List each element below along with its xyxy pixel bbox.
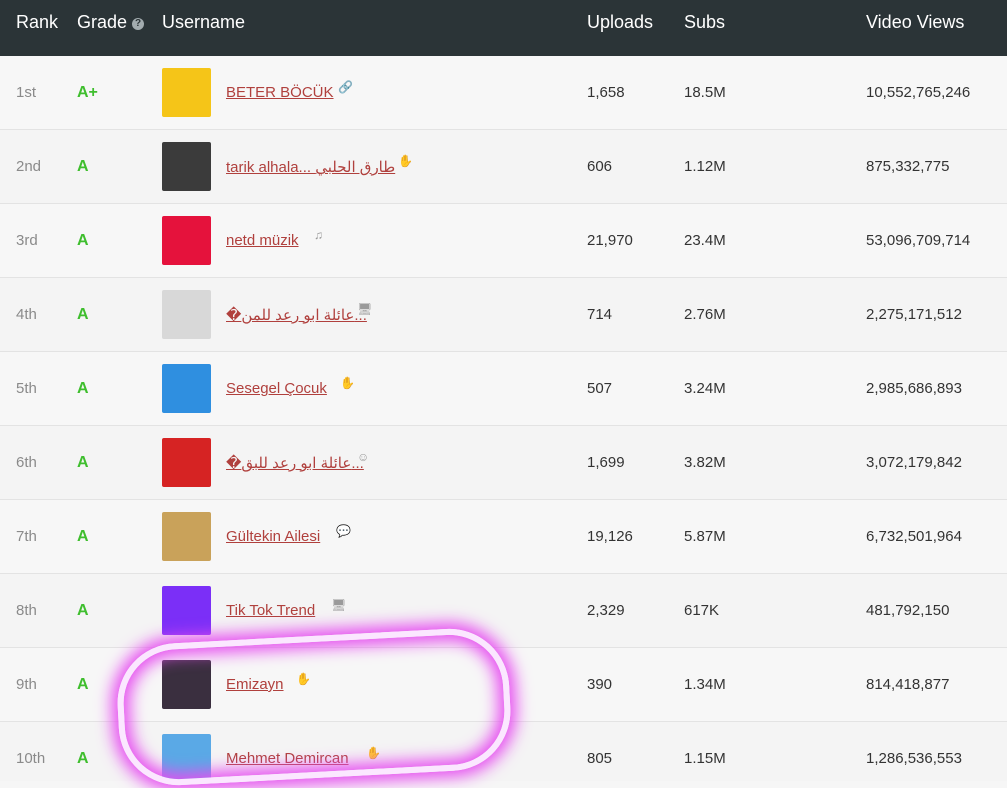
avatar[interactable]: [162, 216, 211, 265]
subs-cell: 18.5M: [684, 84, 726, 101]
table-row: 10th A Mehmet Demircan ✋ 805 1.15M 1,286…: [0, 722, 1007, 783]
table-row: 1st A+ BETER BÖCÜK 🔗 1,658 18.5M 10,552,…: [0, 56, 1007, 130]
avatar[interactable]: [162, 586, 211, 635]
music-icon: ♫: [314, 228, 323, 242]
username-link[interactable]: Sesegel Çocuk: [226, 380, 327, 397]
hand-icon: ✋: [296, 672, 311, 686]
username-link[interactable]: BETER BÖCÜK: [226, 84, 334, 101]
grade-cell: A: [77, 380, 89, 397]
uploads-cell: 19,126: [587, 528, 633, 545]
video-views-cell: 2,275,171,512: [866, 306, 962, 323]
avatar[interactable]: [162, 68, 211, 117]
avatar[interactable]: [162, 142, 211, 191]
subs-cell: 3.82M: [684, 454, 726, 471]
uploads-cell: 390: [587, 676, 613, 693]
monitor-icon: 🖥: [331, 598, 347, 612]
username-link[interactable]: Emizayn: [226, 676, 284, 693]
rank-cell: 2nd: [16, 158, 42, 175]
table-row: 2nd A tarik alhala... طارق الحلبي ✋ 606 …: [0, 130, 1007, 204]
rank-cell: 8th: [16, 602, 37, 619]
avatar[interactable]: [162, 734, 211, 783]
username-link[interactable]: Gültekin Ailesi: [226, 528, 320, 545]
username-link[interactable]: Mehmet Demircan: [226, 750, 349, 767]
avatar[interactable]: [162, 660, 211, 709]
table-row: 3rd A netd müzik ♫ 21,970 23.4M 53,096,7…: [0, 204, 1007, 278]
subs-cell: 2.76M: [684, 306, 726, 323]
rank-cell: 6th: [16, 454, 37, 471]
video-views-header[interactable]: Video Views: [866, 12, 964, 33]
grade-cell: A: [77, 158, 89, 175]
subs-cell: 1.34M: [684, 676, 726, 693]
table-row: 5th A Sesegel Çocuk ✋ 507 3.24M 2,985,68…: [0, 352, 1007, 426]
video-views-cell: 481,792,150: [866, 602, 950, 619]
rank-cell: 5th: [16, 380, 37, 397]
subs-cell: 5.87M: [684, 528, 726, 545]
grade-header[interactable]: Grade?: [77, 12, 145, 33]
subs-cell: 1.15M: [684, 750, 726, 767]
video-views-cell: 814,418,877: [866, 676, 950, 693]
uploads-cell: 2,329: [587, 602, 625, 619]
uploads-cell: 21,970: [587, 232, 633, 249]
grade-cell: A+: [77, 84, 98, 101]
video-views-cell: 1,286,536,553: [866, 750, 962, 767]
rank-header[interactable]: Rank: [16, 12, 58, 33]
uploads-cell: 507: [587, 380, 613, 397]
table-row: 8th A Tik Tok Trend 🖥 2,329 617K 481,792…: [0, 574, 1007, 648]
grade-cell: A: [77, 454, 89, 471]
table-row: 6th A �عائلة ابو رعد للبق... ☺ 1,699 3.8…: [0, 426, 1007, 500]
avatar[interactable]: [162, 438, 211, 487]
link-icon: 🔗: [338, 80, 353, 94]
uploads-header[interactable]: Uploads: [587, 12, 653, 33]
subs-header[interactable]: Subs: [684, 12, 725, 33]
rank-cell: 3rd: [16, 232, 38, 249]
video-views-cell: 10,552,765,246: [866, 84, 971, 101]
uploads-cell: 714: [587, 306, 613, 323]
subs-cell: 3.24M: [684, 380, 726, 397]
rank-cell: 4th: [16, 306, 37, 323]
username-link[interactable]: netd müzik: [226, 232, 299, 249]
grade-cell: A: [77, 232, 89, 249]
help-icon[interactable]: ?: [132, 18, 145, 30]
username-header[interactable]: Username: [162, 12, 245, 33]
hand-icon: ✋: [366, 746, 381, 760]
username-link[interactable]: tarik alhala... طارق الحلبي: [226, 158, 395, 176]
username-link[interactable]: �عائلة ابو رعد للبق...: [226, 454, 364, 472]
rank-cell: 7th: [16, 528, 37, 545]
video-views-cell: 2,985,686,893: [866, 380, 962, 397]
grade-cell: A: [77, 750, 89, 767]
rank-cell: 9th: [16, 676, 37, 693]
table-row: 4th A �عائلة ابو رعد للمن... 🖥 714 2.76M…: [0, 278, 1007, 352]
chat-icon: 💬: [336, 524, 351, 538]
table-row: 7th A Gültekin Ailesi 💬 19,126 5.87M 6,7…: [0, 500, 1007, 574]
uploads-cell: 805: [587, 750, 613, 767]
video-views-cell: 6,732,501,964: [866, 528, 962, 545]
uploads-cell: 1,699: [587, 454, 625, 471]
avatar[interactable]: [162, 512, 211, 561]
username-link[interactable]: Tik Tok Trend: [226, 602, 315, 619]
grade-cell: A: [77, 306, 89, 323]
grade-cell: A: [77, 602, 89, 619]
smile-icon: ☺: [357, 450, 370, 464]
video-views-cell: 3,072,179,842: [866, 454, 962, 471]
table-header: Rank Grade? Username Uploads Subs Video …: [0, 0, 1007, 56]
avatar[interactable]: [162, 364, 211, 413]
subs-cell: 1.12M: [684, 158, 726, 175]
monitor-icon: 🖥: [357, 302, 373, 316]
rank-cell: 1st: [16, 84, 37, 101]
table-row: 9th A Emizayn ✋ 390 1.34M 814,418,877: [0, 648, 1007, 722]
grade-cell: A: [77, 528, 89, 545]
hand-icon: ✋: [398, 154, 413, 168]
avatar[interactable]: [162, 290, 211, 339]
grade-cell: A: [77, 676, 89, 693]
uploads-cell: 606: [587, 158, 613, 175]
uploads-cell: 1,658: [587, 84, 625, 101]
video-views-cell: 53,096,709,714: [866, 232, 971, 249]
subs-cell: 23.4M: [684, 232, 726, 249]
subs-cell: 617K: [684, 602, 720, 619]
video-views-cell: 875,332,775: [866, 158, 950, 175]
grade-header-label: Grade: [77, 12, 128, 32]
username-link[interactable]: �عائلة ابو رعد للمن...: [226, 306, 367, 324]
hand-icon: ✋: [340, 376, 355, 390]
rank-cell: 10th: [16, 750, 46, 767]
